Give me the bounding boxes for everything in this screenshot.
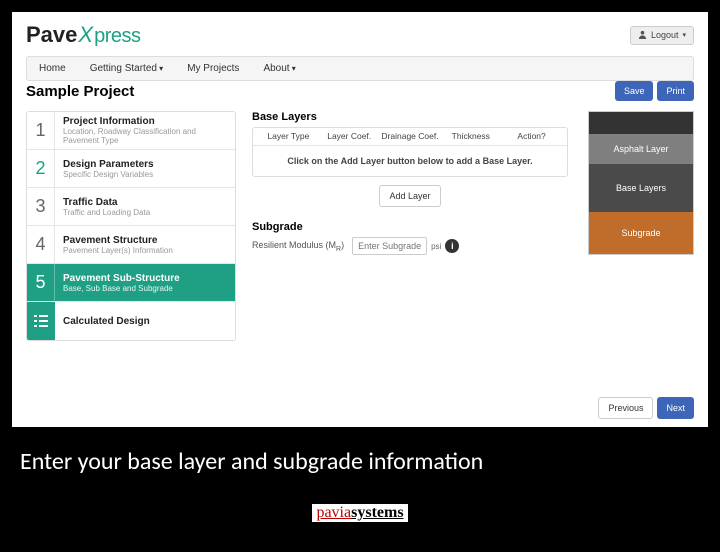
add-layer-button[interactable]: Add Layer (379, 185, 440, 207)
footer-brand-a: pavia (316, 504, 351, 521)
previous-button[interactable]: Previous (598, 397, 653, 419)
col-layer-type: Layer Type (259, 132, 318, 141)
col-thickness: Thickness (441, 132, 500, 141)
logout-label: Logout (651, 30, 679, 40)
app-window: PaveXpress Logout ▾ Home Getting Started… (12, 12, 708, 427)
subgrade-input[interactable] (352, 237, 427, 255)
print-button[interactable]: Print (657, 81, 694, 101)
subgrade-label: Resilient Modulus (MR) (252, 240, 344, 253)
logo-x: X (78, 22, 93, 48)
save-button[interactable]: Save (615, 81, 654, 101)
user-icon (638, 30, 647, 41)
section-subgrade-title: Subgrade (252, 221, 568, 233)
footer-brand-b: systems (351, 504, 403, 521)
step-number: 3 (27, 188, 55, 225)
step-desc: Specific Design Variables (63, 170, 227, 179)
step-number: 5 (27, 264, 55, 301)
next-button[interactable]: Next (657, 397, 694, 419)
step-title: Project Information (63, 116, 227, 127)
col-action: Action? (502, 132, 561, 141)
stack-surface (589, 112, 693, 134)
step-2[interactable]: 2 Design ParametersSpecific Design Varia… (27, 150, 235, 188)
step-title: Design Parameters (63, 159, 227, 170)
logo-press: press (94, 25, 140, 48)
logo-pave: Pave (26, 22, 77, 48)
section-base-layers-title: Base Layers (252, 111, 568, 123)
col-layer-coef: Layer Coef. (320, 132, 379, 141)
slide-caption: Enter your base layer and subgrade infor… (20, 447, 720, 476)
step-4[interactable]: 4 Pavement StructurePavement Layer(s) In… (27, 226, 235, 264)
subgrade-row: Resilient Modulus (MR) psi i (252, 237, 568, 255)
logo: PaveXpress (26, 22, 140, 48)
logout-button[interactable]: Logout ▾ (630, 26, 694, 45)
step-title: Calculated Design (63, 316, 227, 327)
base-layers-table: Layer Type Layer Coef. Drainage Coef. Th… (252, 127, 568, 177)
table-empty-state: Click on the Add Layer button below to a… (253, 145, 567, 176)
stack-asphalt: Asphalt Layer (589, 134, 693, 164)
step-desc: Base, Sub Base and Subgrade (63, 284, 227, 293)
step-number: 2 (27, 150, 55, 187)
page-header: Sample Project Save Print (26, 81, 694, 101)
stack-subgrade: Subgrade (589, 212, 693, 254)
nav-my-projects[interactable]: My Projects (175, 57, 251, 80)
step-desc: Traffic and Loading Data (63, 208, 227, 217)
main-nav: Home Getting Started My Projects About (26, 56, 694, 81)
table-header: Layer Type Layer Coef. Drainage Coef. Th… (253, 128, 567, 145)
step-title: Pavement Sub-Structure (63, 273, 227, 284)
list-icon (27, 302, 55, 340)
col-drainage-coef: Drainage Coef. (381, 132, 440, 141)
subgrade-unit: psi (431, 242, 441, 251)
footer: paviasystems (0, 504, 720, 522)
step-3[interactable]: 3 Traffic DataTraffic and Loading Data (27, 188, 235, 226)
step-title: Traffic Data (63, 197, 227, 208)
step-desc: Pavement Layer(s) Information (63, 246, 227, 255)
stack-base: Base Layers (589, 164, 693, 212)
step-title: Pavement Structure (63, 235, 227, 246)
topbar: PaveXpress Logout ▾ (26, 22, 694, 48)
info-icon[interactable]: i (445, 239, 459, 253)
step-calculated[interactable]: Calculated Design (27, 302, 235, 340)
page-title: Sample Project (26, 83, 134, 100)
pager: Previous Next (598, 397, 694, 419)
step-5[interactable]: 5 Pavement Sub-StructureBase, Sub Base a… (27, 264, 235, 302)
nav-getting-started[interactable]: Getting Started (78, 57, 176, 80)
step-number: 1 (27, 112, 55, 149)
wizard-steps: 1 Project InformationLocation, Roadway C… (26, 111, 236, 341)
chevron-down-icon: ▾ (682, 31, 686, 39)
layer-stack: Asphalt Layer Base Layers Subgrade (588, 111, 694, 255)
step-desc: Location, Roadway Classification and Pav… (63, 127, 227, 145)
nav-home[interactable]: Home (27, 57, 78, 80)
step-number: 4 (27, 226, 55, 263)
step-1[interactable]: 1 Project InformationLocation, Roadway C… (27, 112, 235, 150)
nav-about[interactable]: About (251, 57, 307, 80)
